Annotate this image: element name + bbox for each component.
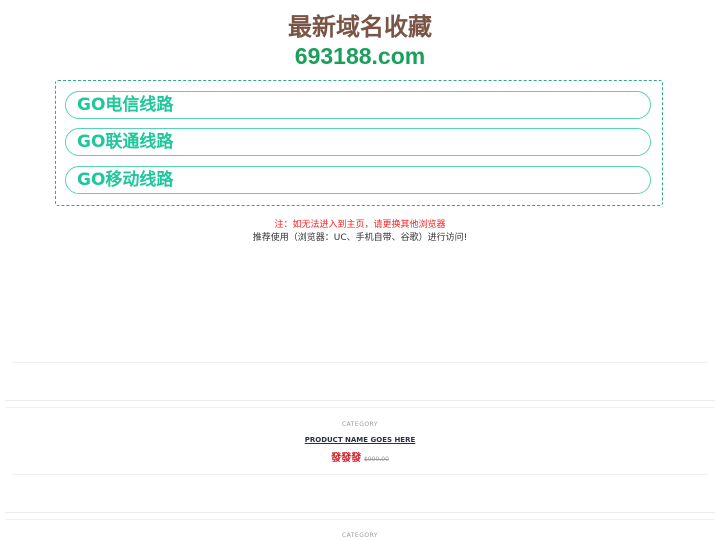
- unicom-route-button[interactable]: GO联通线路: [65, 128, 651, 156]
- telecom-route-button[interactable]: GO电信线路: [65, 91, 651, 119]
- product-price: 發發發: [331, 453, 362, 464]
- browser-recommendation: 推荐使用（浏览器：UC、手机自带、谷歌）进行访问!: [252, 233, 468, 243]
- price-row: 發發發 $990.00: [0, 450, 720, 466]
- divider: [5, 512, 715, 513]
- page-title: 最新域名收藏: [288, 13, 432, 41]
- product-category[interactable]: CATEGORY: [0, 421, 720, 429]
- browser-warning: 注：如无法进入到主页，请更换其他浏览器: [274, 220, 446, 230]
- divider: [12, 474, 708, 475]
- divider: [5, 407, 715, 408]
- product-old-price: $990.00: [364, 456, 389, 463]
- divider: [5, 400, 715, 401]
- divider: [12, 362, 708, 363]
- divider: [5, 519, 715, 520]
- route-links-box: GO电信线路 GO联通线路 GO移动线路: [55, 80, 663, 206]
- mobile-route-button[interactable]: GO移动线路: [65, 166, 651, 194]
- product-category[interactable]: CATEGORY: [0, 532, 720, 540]
- page: 最新域名收藏 693188.com GO电信线路 GO联通线路 GO移动线路 注…: [0, 0, 720, 540]
- domain-name: 693188.com: [294, 43, 426, 69]
- product-name-link[interactable]: PRODUCT NAME GOES HERE: [0, 435, 720, 445]
